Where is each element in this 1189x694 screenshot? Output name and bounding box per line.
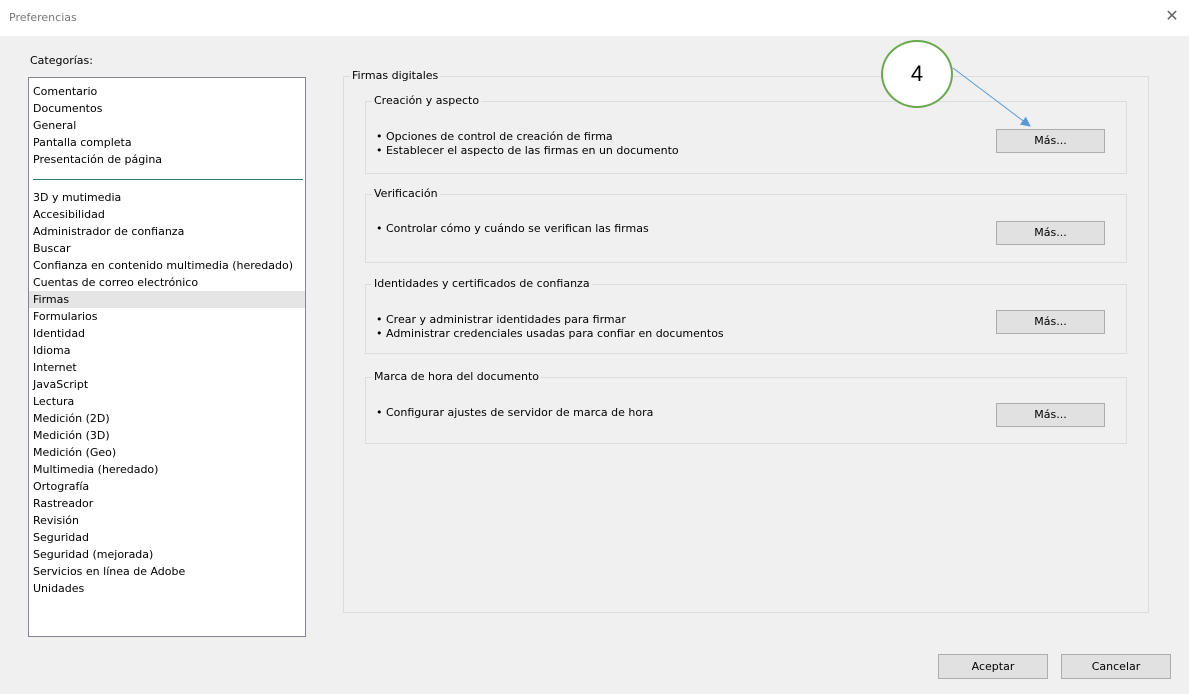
section-title: Creación y aspecto bbox=[372, 94, 482, 108]
creation-more-button[interactable]: Más... bbox=[996, 129, 1105, 153]
section-bullet: • Administrar credenciales usadas para c… bbox=[376, 327, 724, 340]
category-item[interactable]: Comentario bbox=[29, 83, 305, 100]
category-item[interactable]: Servicios en línea de Adobe bbox=[29, 563, 305, 580]
section-bullet: • Controlar cómo y cuándo se verifican l… bbox=[376, 222, 649, 235]
section-bullet: • Configurar ajustes de servidor de marc… bbox=[376, 406, 654, 419]
section-title: Identidades y certificados de confianza bbox=[372, 277, 592, 291]
category-item[interactable]: Pantalla completa bbox=[29, 134, 305, 151]
category-item[interactable]: Unidades bbox=[29, 580, 305, 597]
category-item[interactable]: Seguridad bbox=[29, 529, 305, 546]
section-bullet: • Crear y administrar identidades para f… bbox=[376, 313, 626, 326]
section-bullet: • Establecer el aspecto de las firmas en… bbox=[376, 144, 679, 157]
close-icon[interactable]: ✕ bbox=[1164, 8, 1180, 24]
timestamp-more-button[interactable]: Más... bbox=[996, 403, 1105, 427]
category-item[interactable]: General bbox=[29, 117, 305, 134]
title-bar: Preferencias ✕ bbox=[0, 0, 1189, 36]
categories-list[interactable]: Comentario Documentos General Pantalla c… bbox=[28, 77, 306, 637]
category-divider bbox=[33, 179, 303, 180]
category-item[interactable]: Ortografía bbox=[29, 478, 305, 495]
category-item[interactable]: Seguridad (mejorada) bbox=[29, 546, 305, 563]
category-item[interactable]: Documentos bbox=[29, 100, 305, 117]
category-item-selected[interactable]: Firmas bbox=[29, 291, 305, 308]
window-title: Preferencias bbox=[9, 11, 77, 24]
category-item[interactable]: Medición (3D) bbox=[29, 427, 305, 444]
category-item[interactable]: Buscar bbox=[29, 240, 305, 257]
category-item[interactable]: JavaScript bbox=[29, 376, 305, 393]
identities-more-button[interactable]: Más... bbox=[996, 310, 1105, 334]
category-item[interactable]: Presentación de página bbox=[29, 151, 305, 168]
verification-more-button[interactable]: Más... bbox=[996, 221, 1105, 245]
category-item[interactable]: Multimedia (heredado) bbox=[29, 461, 305, 478]
categories-label: Categorías: bbox=[30, 54, 93, 67]
category-item[interactable]: Cuentas de correo electrónico bbox=[29, 274, 305, 291]
digital-signatures-title: Firmas digitales bbox=[350, 69, 441, 83]
cancel-button[interactable]: Cancelar bbox=[1061, 654, 1171, 679]
category-item[interactable]: Confianza en contenido multimedia (hered… bbox=[29, 257, 305, 274]
section-verification: Verificación • Controlar cómo y cuándo s… bbox=[365, 187, 1127, 263]
category-item[interactable]: 3D y mutimedia bbox=[29, 189, 305, 206]
category-item[interactable]: Revisión bbox=[29, 512, 305, 529]
category-item[interactable]: Medición (Geo) bbox=[29, 444, 305, 461]
section-bullet: • Opciones de control de creación de fir… bbox=[376, 130, 613, 143]
category-item[interactable]: Lectura bbox=[29, 393, 305, 410]
category-item[interactable]: Internet bbox=[29, 359, 305, 376]
section-title: Verificación bbox=[372, 187, 440, 201]
category-item[interactable]: Administrador de confianza bbox=[29, 223, 305, 240]
section-title: Marca de hora del documento bbox=[372, 370, 542, 384]
category-item[interactable]: Idioma bbox=[29, 342, 305, 359]
category-item[interactable]: Formularios bbox=[29, 308, 305, 325]
section-creation-appearance: Creación y aspecto • Opciones de control… bbox=[365, 94, 1127, 174]
section-identities: Identidades y certificados de confianza … bbox=[365, 277, 1127, 354]
accept-button[interactable]: Aceptar bbox=[938, 654, 1048, 679]
category-item[interactable]: Accesibilidad bbox=[29, 206, 305, 223]
annotation-step-circle: 4 bbox=[881, 40, 953, 108]
category-item[interactable]: Rastreador bbox=[29, 495, 305, 512]
section-timestamp: Marca de hora del documento • Configurar… bbox=[365, 370, 1127, 444]
category-item[interactable]: Identidad bbox=[29, 325, 305, 342]
category-item[interactable]: Medición (2D) bbox=[29, 410, 305, 427]
